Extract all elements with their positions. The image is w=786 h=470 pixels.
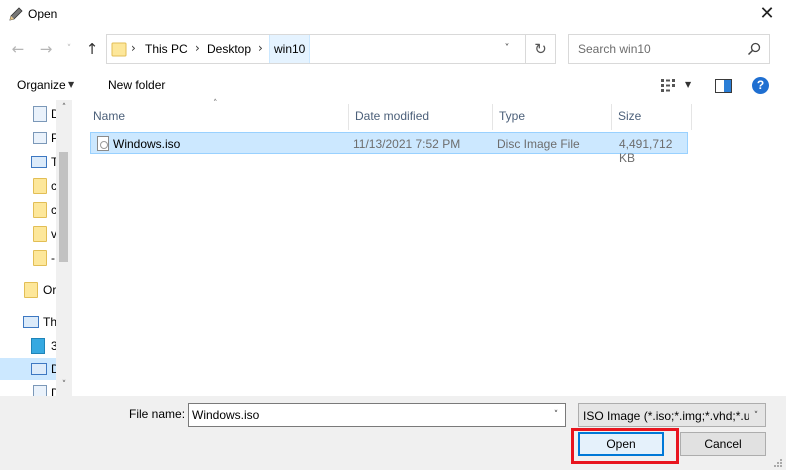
scrollbar-thumb[interactable]: [59, 152, 68, 262]
organize-menu[interactable]: Organize: [17, 78, 66, 92]
cancel-button[interactable]: Cancel: [680, 432, 766, 456]
search-icon: [747, 42, 761, 56]
nav-item-onedrive[interactable]: Or: [0, 279, 56, 301]
file-row-windows-iso[interactable]: Windows.iso 11/13/2021 7:52 PM Disc Imag…: [90, 132, 688, 165]
chevron-down-icon[interactable]: ˅: [499, 41, 515, 57]
file-type-value: ISO Image (*.iso;*.img;*.vhd;*.u: [583, 409, 749, 423]
monitor-icon: [31, 156, 47, 168]
view-options-icon[interactable]: [660, 78, 678, 92]
breadcrumb-win10[interactable]: win10: [269, 35, 311, 63]
forward-button[interactable]: →: [36, 38, 56, 60]
picture-icon: [33, 132, 47, 144]
file-date-modified: 11/13/2021 7:52 PM: [353, 137, 461, 151]
folder-icon: [24, 282, 38, 298]
nav-item[interactable]: v: [0, 223, 57, 245]
nav-item-this-pc[interactable]: Th: [0, 311, 58, 333]
arrow-up-icon: ↑: [85, 40, 99, 58]
folder-icon: [33, 226, 47, 242]
refresh-button[interactable]: ↻: [525, 35, 555, 63]
scroll-up-icon[interactable]: ˄: [56, 102, 72, 114]
arrow-left-icon: ←: [11, 40, 25, 58]
nav-item[interactable]: -: [0, 247, 56, 269]
column-header-label: Size: [618, 109, 642, 123]
file-name-combobox[interactable]: ˅: [188, 403, 566, 427]
back-button[interactable]: ←: [8, 38, 28, 60]
column-header-size[interactable]: Size: [612, 104, 692, 130]
scroll-down-icon[interactable]: ˅: [56, 378, 72, 392]
file-size: 4,491,712 KB: [619, 137, 673, 165]
desktop-icon: [31, 363, 47, 375]
folder-icon: [111, 42, 127, 57]
disc-image-icon: [97, 136, 109, 151]
breadcrumb-separator: ›: [195, 41, 200, 55]
file-name-label: File name:: [129, 407, 186, 421]
navigation-bar: ← → ˅ ↑ › This PC › Desktop › win10 ˅ ↻ …: [0, 34, 786, 64]
nav-item-desktop[interactable]: D: [0, 358, 60, 380]
chevron-down-icon[interactable]: ˅: [549, 408, 563, 422]
breadcrumb-this-pc[interactable]: This PC: [145, 42, 188, 56]
folder-icon: [33, 178, 47, 194]
window-title: Open: [28, 7, 58, 21]
help-icon[interactable]: ?: [752, 77, 769, 94]
up-button[interactable]: ↑: [82, 38, 102, 60]
folder-icon: [33, 202, 47, 218]
navigation-scrollbar[interactable]: ˄ ˅: [56, 100, 72, 396]
caret-down-icon: ▼: [68, 80, 75, 89]
command-toolbar: Organize ▼ New folder ▼ ?: [0, 72, 786, 100]
file-list: ˄ Name Date modified Type Size Windows.i…: [72, 99, 786, 396]
column-header-name[interactable]: Name: [87, 104, 349, 130]
file-name-field[interactable]: [189, 404, 545, 426]
search-input[interactable]: Search win10: [578, 42, 651, 56]
nav-item[interactable]: D: [0, 382, 60, 396]
file-name: Windows.iso: [113, 137, 181, 151]
file-type-select[interactable]: ISO Image (*.iso;*.img;*.vhd;*.u ˅: [578, 403, 766, 427]
breadcrumb-desktop[interactable]: Desktop: [207, 42, 251, 56]
nav-item[interactable]: c: [0, 199, 57, 221]
open-button[interactable]: Open: [578, 432, 664, 456]
column-header-label: Type: [499, 109, 526, 123]
chevron-down-icon: ˅: [753, 411, 759, 421]
monitor-icon: [23, 316, 39, 328]
address-bar[interactable]: › This PC › Desktop › win10 ˅ ↻: [106, 34, 556, 64]
close-icon: ✕: [759, 3, 775, 24]
caret-down-icon[interactable]: ▼: [685, 80, 691, 89]
new-folder-button[interactable]: New folder: [108, 78, 165, 92]
chevron-down-icon: ˅: [66, 44, 72, 54]
nav-item[interactable]: D: [0, 103, 60, 125]
3d-objects-icon: [31, 338, 45, 354]
refresh-icon: ↻: [534, 40, 547, 58]
column-header-label: Name: [93, 109, 126, 123]
search-box[interactable]: Search win10: [568, 34, 770, 64]
column-header-label: Date modified: [355, 109, 430, 123]
title-bar: Open ✕: [0, 0, 786, 30]
nav-item-label: Or: [43, 283, 57, 297]
breadcrumb-separator: ›: [258, 41, 263, 55]
nav-item[interactable]: c: [0, 175, 57, 197]
close-button[interactable]: ✕: [754, 2, 780, 26]
document-icon: [33, 385, 47, 396]
column-header-date-modified[interactable]: Date modified: [349, 104, 493, 130]
recent-locations-button[interactable]: ˅: [62, 38, 76, 60]
nav-item-label: Th: [43, 315, 58, 329]
nav-item[interactable]: 3: [0, 335, 58, 357]
file-type: Disc Image File: [497, 137, 580, 151]
breadcrumb-separator: ›: [131, 41, 136, 55]
nav-item[interactable]: P: [0, 127, 59, 149]
preview-pane-icon[interactable]: [715, 79, 732, 93]
arrow-right-icon: →: [39, 40, 53, 58]
column-header-type[interactable]: Type: [493, 104, 612, 130]
document-icon: [33, 106, 47, 122]
resize-grip-icon[interactable]: [772, 459, 782, 467]
pencil-icon: [9, 7, 23, 21]
nav-item-label: -: [51, 251, 55, 265]
nav-item[interactable]: T: [0, 151, 58, 173]
folder-icon: [33, 250, 47, 266]
